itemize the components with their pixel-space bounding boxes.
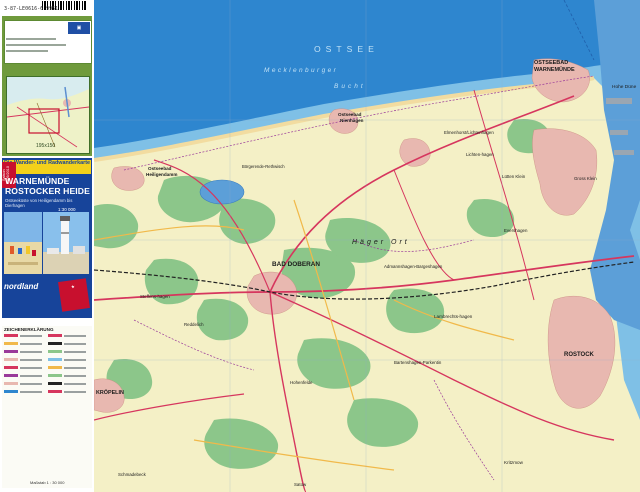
label-rostock: ROSTOCK	[564, 352, 595, 358]
cover-photo-lighthouse	[43, 212, 89, 274]
publisher-badge-icon: ▣	[68, 22, 90, 34]
label-heiligendamm-2: Heiligendamm	[146, 172, 177, 177]
label-sea: OSTSEE	[314, 44, 379, 54]
label-lichtenhagen: Lichten-hagen	[466, 152, 494, 157]
promo-text-line	[6, 38, 56, 40]
label-hohe-duene: Hohe Düne	[612, 84, 637, 90]
label-boergerende: Börgerende-Rethwisch	[242, 164, 285, 169]
label-bartenshagen: Bartenshagen-Parkentin	[394, 360, 442, 365]
cover-red-tag: ★	[58, 278, 90, 312]
isbn-code: 3-87-LE0616-6 9951	[4, 6, 59, 12]
label-steffenshagen: Steffens-hagen	[140, 294, 170, 299]
topographic-map[interactable]: OSTSEE Mecklenburger Bucht OSTSEEBAD WAR…	[94, 0, 640, 492]
label-reddelich: Reddelich	[184, 322, 204, 327]
label-warnemuende-1: OSTSEEBAD	[534, 60, 568, 66]
promo-text-line	[6, 44, 66, 46]
publisher-logo: nordland	[4, 282, 39, 291]
legend-title: ZEICHENERKLÄRUNG	[4, 327, 54, 332]
cover-title: WARNEMÜNDE ROSTOCKER HEIDE	[5, 176, 91, 196]
label-bay-1: Mecklenburger	[264, 67, 338, 74]
label-hohenfelde: Hohenfelde	[290, 380, 313, 385]
label-nienhagen-1: Ostseebad	[338, 112, 362, 117]
label-haeger-ort: Häger Ort	[352, 239, 410, 246]
harbour-pier	[614, 150, 634, 155]
label-schmadebeck: Schmadebeck	[118, 472, 147, 477]
label-satow: Satow	[294, 482, 307, 487]
map-sheet: 3-87-LE0616-6 9951 ▣ 195x150 Die Wander-…	[0, 0, 640, 492]
label-bad-doberan: BAD DOBERAN	[272, 261, 320, 268]
harbour-pier	[606, 98, 632, 104]
promo-text-line	[6, 50, 48, 52]
map-canvas: OSTSEE Mecklenburger Bucht OSTSEEBAD WAR…	[94, 0, 640, 492]
harbour-pier	[610, 130, 628, 135]
legend-scale-caption: Maßstab 1 : 30 000	[30, 480, 65, 485]
barcode-area: 3-87-LE0616-6 9951	[2, 0, 92, 16]
label-kritzmow: Kritzmow	[504, 460, 524, 465]
cover-subtitle: Ostseeküste von Heiligendamm bis Dierhag…	[5, 198, 73, 208]
label-warnemuende-2: WARNEMÜNDE	[534, 66, 575, 73]
cover-title-line2: ROSTOCKER HEIDE	[5, 185, 90, 196]
label-gross-klein: Gross Klein	[574, 176, 597, 181]
label-nienhagen-2: Nienhagen	[340, 118, 364, 123]
map-cover: 3-87-LE0616-6 9951 ▣ 195x150 Die Wander-…	[0, 0, 95, 492]
label-heiligendamm-1: Ostseebad	[148, 166, 172, 171]
label-kroepelin: KRÖPELIN	[96, 389, 124, 396]
cover-photo-beach	[4, 212, 42, 274]
label-evershagen: Evershagen	[504, 228, 528, 233]
label-admannshagen: Admannshagen-Bargeshagen	[384, 264, 443, 269]
lake-conventer-see	[199, 179, 245, 205]
label-lutten-klein: Lütten Klein	[502, 174, 526, 179]
label-bay-2: Bucht	[334, 83, 366, 90]
promo-ribbon: Die Wander- und Radwanderkarte	[3, 160, 91, 174]
inset-scale-label: 195x150	[36, 143, 56, 149]
label-lambrechtshagen: Lambrechts-hagen	[434, 314, 473, 319]
label-elmenhorst: Elmenhorst/Lichtenhagen	[444, 130, 494, 135]
